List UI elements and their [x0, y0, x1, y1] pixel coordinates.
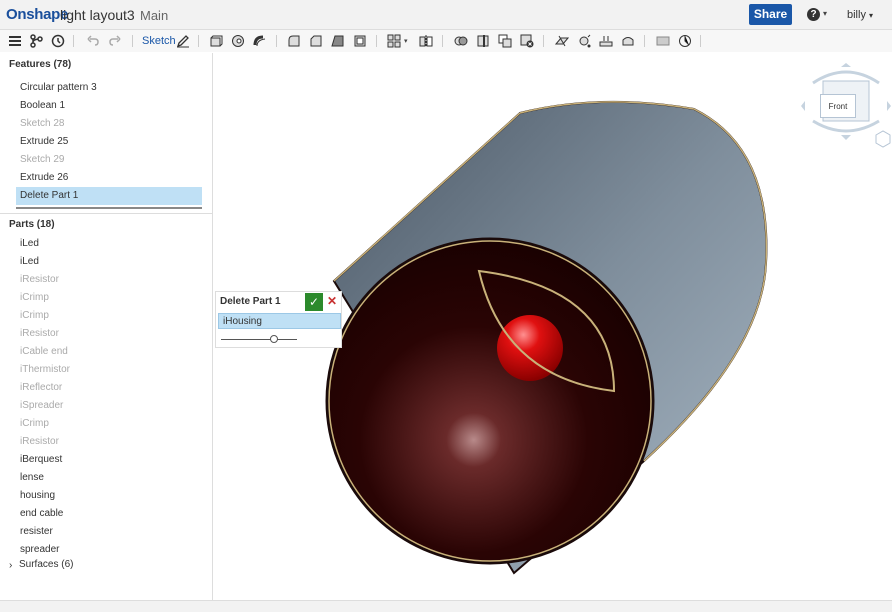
- part-item[interactable]: iLed: [20, 256, 39, 267]
- fillet-icon[interactable]: [287, 34, 301, 48]
- feature-item[interactable]: Extrude 26: [20, 172, 68, 183]
- parts-header[interactable]: Parts (18): [9, 219, 55, 230]
- toolbar: Sketch ▾: [0, 30, 892, 52]
- user-menu[interactable]: billy ▾: [847, 9, 873, 21]
- part-item[interactable]: iCrimp: [20, 310, 49, 321]
- help-caret-icon[interactable]: ▾: [823, 9, 827, 18]
- chevron-right-icon[interactable]: ›: [9, 560, 12, 571]
- thicken-icon[interactable]: [599, 34, 613, 48]
- led-sphere: [497, 315, 563, 381]
- part-item[interactable]: lense: [20, 472, 44, 483]
- confirm-check-icon[interactable]: ✓: [305, 293, 323, 311]
- draft-icon[interactable]: [331, 34, 345, 48]
- delete-part-dialog: Delete Part 1 ✓ ✕ iHousing: [215, 291, 342, 348]
- share-button[interactable]: Share: [749, 4, 792, 25]
- view-icon[interactable]: [656, 34, 670, 48]
- part-item[interactable]: iLed: [20, 238, 39, 249]
- sketch-button[interactable]: Sketch: [142, 35, 176, 47]
- help-icon[interactable]: ?: [807, 8, 820, 21]
- panel-divider: [0, 213, 212, 214]
- pattern-caret-icon[interactable]: ▾: [404, 37, 408, 45]
- part-item[interactable]: iResistor: [20, 328, 59, 339]
- part-item[interactable]: iResistor: [20, 274, 59, 285]
- features-header[interactable]: Features (78): [9, 59, 71, 70]
- chamfer-icon[interactable]: [309, 34, 323, 48]
- part-item[interactable]: iCrimp: [20, 292, 49, 303]
- history-icon[interactable]: [51, 34, 65, 48]
- document-name[interactable]: light layout3: [60, 7, 135, 23]
- feature-item[interactable]: Extrude 25: [20, 136, 68, 147]
- part-item[interactable]: iSpreader: [20, 400, 63, 411]
- delete-part-icon[interactable]: [520, 34, 534, 48]
- menu-icon[interactable]: [8, 34, 22, 48]
- transform-icon[interactable]: [498, 34, 512, 48]
- part-item[interactable]: iReflector: [20, 382, 62, 393]
- top-bar: Onshape light layout3 Main Share ? ▾ bil…: [0, 0, 892, 30]
- rollback-slider-handle[interactable]: [270, 335, 279, 343]
- revolve-icon[interactable]: [231, 34, 245, 48]
- boolean-icon[interactable]: [454, 34, 468, 48]
- part-item[interactable]: housing: [20, 490, 55, 501]
- feature-item[interactable]: Circular pattern 3: [20, 82, 97, 93]
- helix-icon[interactable]: [577, 34, 591, 48]
- pattern-icon[interactable]: [387, 34, 401, 48]
- user-name: billy: [847, 9, 866, 21]
- undo-icon[interactable]: [86, 34, 100, 48]
- feature-item[interactable]: Boolean 1: [20, 100, 65, 111]
- part-item[interactable]: iCrimp: [20, 418, 49, 429]
- part-item[interactable]: iBerquest: [20, 454, 62, 465]
- part-item[interactable]: iResistor: [20, 436, 59, 447]
- feature-panel: Features (78) Circular pattern 3 Boolean…: [0, 53, 213, 600]
- split-icon[interactable]: [476, 34, 490, 48]
- part-item[interactable]: iThermistor: [20, 364, 70, 375]
- part-item[interactable]: end cable: [20, 508, 63, 519]
- view-cube-front-face[interactable]: Front: [820, 94, 856, 118]
- parts-selection-field[interactable]: iHousing: [218, 313, 341, 329]
- onshape-logo[interactable]: Onshape: [6, 6, 68, 23]
- tab-bar: [0, 600, 892, 612]
- surfaces-header[interactable]: Surfaces (6): [19, 559, 73, 570]
- enclose-icon[interactable]: [621, 34, 635, 48]
- shell-icon[interactable]: [353, 34, 367, 48]
- rollback-slider-track[interactable]: [221, 339, 297, 340]
- dialog-title: Delete Part 1: [220, 296, 281, 307]
- branch-icon[interactable]: [29, 34, 43, 48]
- part-item[interactable]: iCable end: [20, 346, 68, 357]
- redo-icon[interactable]: [108, 34, 122, 48]
- plane-icon[interactable]: [555, 34, 569, 48]
- section-icon[interactable]: [678, 34, 692, 48]
- workspace-name[interactable]: Main: [140, 8, 168, 23]
- selected-part[interactable]: iHousing: [223, 316, 262, 327]
- rollback-bar[interactable]: [16, 207, 202, 209]
- extrude-icon[interactable]: [209, 34, 223, 48]
- feature-item[interactable]: Sketch 28: [20, 118, 64, 129]
- user-caret-icon: ▾: [869, 11, 874, 20]
- feature-item-selected[interactable]: Delete Part 1: [20, 190, 78, 201]
- sketch-pen-icon[interactable]: [176, 34, 190, 48]
- feature-item[interactable]: Sketch 29: [20, 154, 64, 165]
- mirror-icon[interactable]: [419, 34, 433, 48]
- part-item[interactable]: resister: [20, 526, 53, 537]
- cancel-x-icon[interactable]: ✕: [327, 294, 337, 308]
- part-item[interactable]: spreader: [20, 544, 59, 555]
- sweep-icon[interactable]: [253, 34, 267, 48]
